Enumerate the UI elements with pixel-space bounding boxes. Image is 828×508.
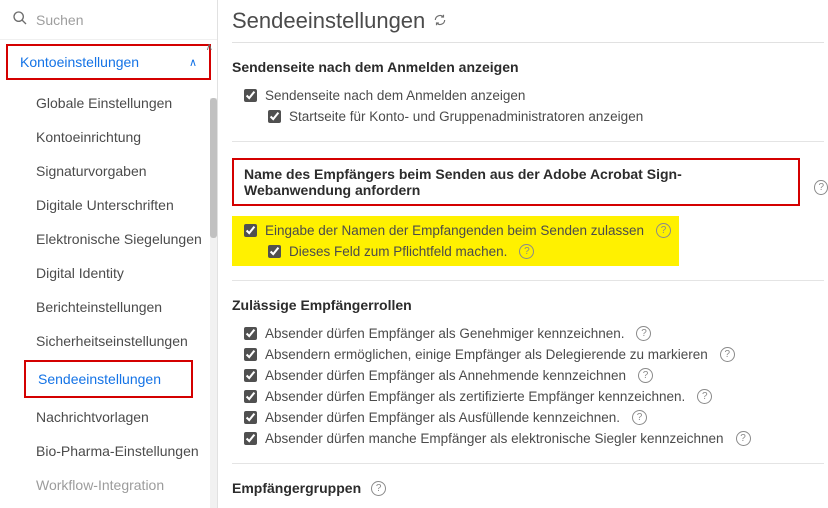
checkbox-role-delegator[interactable] (244, 348, 257, 361)
info-icon[interactable]: ? (371, 481, 386, 496)
row-show-start-admins: Startseite für Konto- und Gruppenadminis… (232, 106, 828, 127)
checkbox-role-filler[interactable] (244, 411, 257, 424)
checkbox-allow-name-input[interactable] (244, 224, 257, 237)
search-row (0, 0, 217, 40)
section-title-login: Sendenseite nach dem Anmelden anzeigen (232, 59, 828, 75)
sidebar-item-digitale-unterschriften[interactable]: Digitale Unterschriften (0, 188, 217, 222)
checkbox-show-start-admins[interactable] (268, 110, 281, 123)
info-icon[interactable]: ? (519, 244, 534, 259)
divider (232, 141, 824, 142)
checkbox-name-required[interactable] (268, 245, 281, 258)
row-show-send-page: Sendenseite nach dem Anmelden anzeigen (232, 85, 828, 106)
row-role-acceptor: Absender dürfen Empfänger als Annehmende… (232, 365, 828, 386)
sidebar-item-digital-identity[interactable]: Digital Identity (0, 256, 217, 290)
checkbox-role-acceptor[interactable] (244, 369, 257, 382)
label-role-sealer: Absender dürfen manche Empfänger als ele… (265, 431, 724, 446)
section-login-page: Sendenseite nach dem Anmelden anzeigen S… (232, 59, 828, 127)
sidebar-item-nachrichtvorlagen[interactable]: Nachrichtvorlagen (0, 400, 217, 434)
divider (232, 463, 824, 464)
sidebar-item-elektronische-siegelungen[interactable]: Elektronische Siegelungen (0, 222, 217, 256)
highlight-recipient-name: Eingabe der Namen der Empfangenden beim … (232, 216, 679, 266)
sidebar-item-sendeeinstellungen[interactable]: Sendeeinstellungen (24, 360, 193, 398)
info-icon[interactable]: ? (814, 180, 828, 195)
checkbox-show-send-page[interactable] (244, 89, 257, 102)
row-role-delegator: Absendern ermöglichen, einige Empfänger … (232, 344, 828, 365)
section-title-recipient-name: Name des Empfängers beim Senden aus der … (232, 158, 800, 206)
label-name-required: Dieses Feld zum Pflichtfeld machen. (289, 244, 507, 259)
label-role-acceptor: Absender dürfen Empfänger als Annehmende… (265, 368, 626, 383)
section-recipient-groups: Empfängergruppen ? Absendern erlauben, m… (232, 480, 828, 508)
page-title-row: Sendeeinstellungen (232, 8, 824, 43)
sidebar-item-sicherheitseinstellungen[interactable]: Sicherheitseinstellungen (0, 324, 217, 358)
label-role-delegator: Absendern ermöglichen, einige Empfänger … (265, 347, 708, 362)
scrollbar-thumb[interactable] (210, 98, 217, 238)
row-groups-allow: Absendern erlauben, mehrere Empfänger in… (232, 504, 828, 508)
search-icon (12, 10, 28, 29)
label-role-approver: Absender dürfen Empfänger als Genehmiger… (265, 326, 624, 341)
row-allow-name-input: Eingabe der Namen der Empfangenden beim … (232, 220, 671, 241)
info-icon[interactable]: ? (720, 347, 735, 362)
info-icon[interactable]: ? (632, 410, 647, 425)
sidebar-section-kontoeinstellungen[interactable]: Kontoeinstellungen ∧ (6, 44, 211, 80)
sidebar-item-signaturvorgaben[interactable]: Signaturvorgaben (0, 154, 217, 188)
sidebar-list: Globale Einstellungen Kontoeinrichtung S… (0, 86, 217, 508)
row-role-filler: Absender dürfen Empfänger als Ausfüllend… (232, 407, 828, 428)
sidebar-item-globale[interactable]: Globale Einstellungen (0, 86, 217, 120)
section-recipient-roles: Zulässige Empfängerrollen Absender dürfe… (232, 297, 828, 449)
sidebar-item-berichteinstellungen[interactable]: Berichteinstellungen (0, 290, 217, 324)
row-role-sealer: Absender dürfen manche Empfänger als ele… (232, 428, 828, 449)
search-input[interactable] (36, 12, 205, 28)
divider (232, 280, 824, 281)
refresh-icon[interactable] (433, 13, 447, 30)
checkbox-role-sealer[interactable] (244, 432, 257, 445)
section-title-groups: Empfängergruppen (232, 480, 361, 496)
sidebar-item-bio-pharma[interactable]: Bio-Pharma-Einstellungen (0, 434, 217, 468)
main-content: Sendeeinstellungen Sendenseite nach dem … (218, 0, 828, 508)
page-title: Sendeeinstellungen (232, 8, 425, 34)
row-role-certified: Absender dürfen Empfänger als zertifizie… (232, 386, 828, 407)
sidebar-nav: ∧ Kontoeinstellungen ∧ Globale Einstellu… (0, 40, 217, 508)
label-role-certified: Absender dürfen Empfänger als zertifizie… (265, 389, 685, 404)
section-recipient-name: Name des Empfängers beim Senden aus der … (232, 158, 828, 266)
label-role-filler: Absender dürfen Empfänger als Ausfüllend… (265, 410, 620, 425)
chevron-up-icon: ∧ (189, 56, 197, 69)
section-title-roles: Zulässige Empfängerrollen (232, 297, 828, 313)
info-icon[interactable]: ? (736, 431, 751, 446)
info-icon[interactable]: ? (697, 389, 712, 404)
label-show-start-admins: Startseite für Konto- und Gruppenadminis… (289, 109, 643, 124)
scroll-up-icon[interactable]: ∧ (206, 42, 213, 53)
info-icon[interactable]: ? (636, 326, 651, 341)
label-show-send-page: Sendenseite nach dem Anmelden anzeigen (265, 88, 525, 103)
info-icon[interactable]: ? (656, 223, 671, 238)
sidebar-item-kontoeinrichtung[interactable]: Kontoeinrichtung (0, 120, 217, 154)
sidebar-item-workflow[interactable]: Workflow-Integration (0, 468, 217, 502)
checkbox-role-certified[interactable] (244, 390, 257, 403)
sidebar-section-label: Kontoeinstellungen (20, 54, 139, 70)
sidebar: ∧ Kontoeinstellungen ∧ Globale Einstellu… (0, 0, 218, 508)
row-name-required: Dieses Feld zum Pflichtfeld machen. ? (232, 241, 671, 262)
row-role-approver: Absender dürfen Empfänger als Genehmiger… (232, 323, 828, 344)
info-icon[interactable]: ? (638, 368, 653, 383)
label-allow-name-input: Eingabe der Namen der Empfangenden beim … (265, 223, 644, 238)
checkbox-role-approver[interactable] (244, 327, 257, 340)
